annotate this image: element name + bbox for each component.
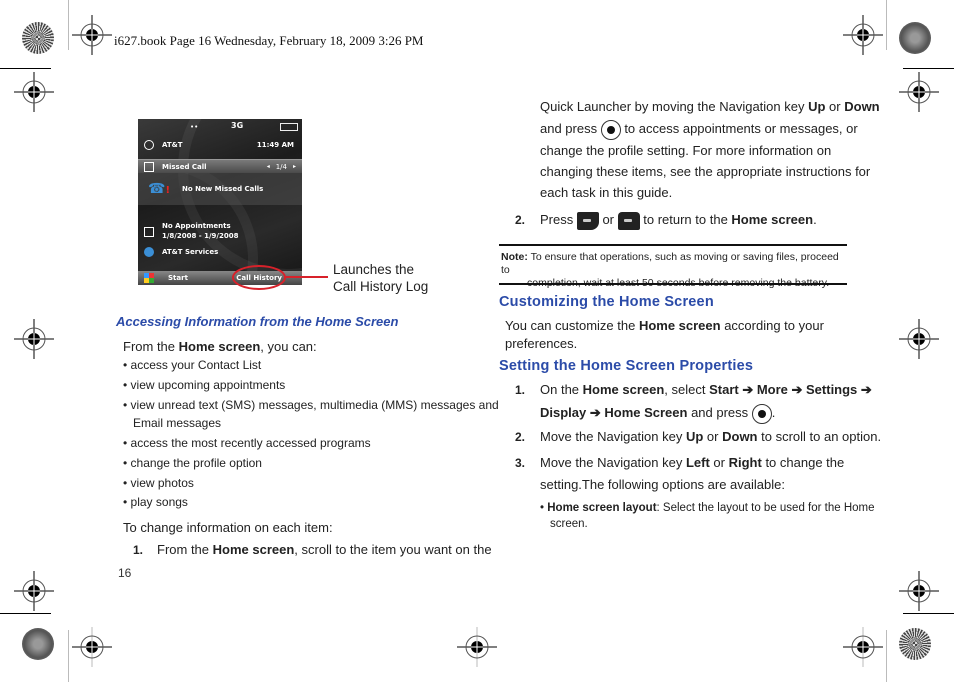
setting-step-2: 2. Move the Navigation key Up or Down to … <box>515 426 881 448</box>
network-indicator: 3G <box>231 121 244 130</box>
start-softkey[interactable]: Start <box>168 274 188 282</box>
section-title-accessing: Accessing Information from the Home Scre… <box>116 314 399 329</box>
crop-mark <box>903 613 954 614</box>
list-item: • view unread text (SMS) messages, multi… <box>123 398 499 412</box>
color-rosette-icon <box>899 22 931 54</box>
callout-leader-line <box>286 276 328 278</box>
registration-mark-icon <box>14 319 54 359</box>
intro-text-end: , you can: <box>260 339 317 354</box>
color-rosette-icon <box>22 628 54 660</box>
registration-mark-icon <box>72 15 112 55</box>
intro-text: From the <box>123 339 179 354</box>
note-label: Note: <box>501 251 528 263</box>
list-item: • access your Contact List <box>123 358 262 372</box>
color-rosette-icon <box>899 628 931 660</box>
registration-mark-icon <box>457 627 497 667</box>
step-number: 2. <box>515 430 526 444</box>
step-number: 1. <box>133 543 144 557</box>
print-header: i627.book Page 16 Wednesday, February 18… <box>114 33 424 48</box>
step-number: 1. <box>515 383 526 397</box>
registration-mark-icon <box>14 571 54 611</box>
list-item: • view photos <box>123 476 194 490</box>
missed-call-pager: 1/4 <box>275 162 287 171</box>
send-key-icon <box>576 211 599 230</box>
registration-mark-icon <box>899 72 939 112</box>
end-key-icon <box>617 211 640 230</box>
pager-prev-icon[interactable]: ◂ <box>267 163 270 170</box>
clock-icon <box>144 140 154 150</box>
missed-call-text: No New Missed Calls <box>182 185 264 193</box>
page-number: 16 <box>118 566 132 580</box>
battery-signal-icon <box>280 123 298 131</box>
clock-time: 11:49 AM <box>256 141 294 149</box>
intro-paragraph: From the Home screen, you can: <box>123 336 317 357</box>
crop-mark <box>0 613 51 614</box>
appointments-row[interactable]: No Appointments 1/8/2008 - 1/9/2008 <box>138 221 302 245</box>
missed-call-panel[interactable]: ☎! No New Missed Calls <box>138 173 302 205</box>
crop-guide <box>886 0 887 50</box>
att-services-label: AT&T Services <box>162 248 219 256</box>
intro-bold: Home screen <box>178 339 261 354</box>
appointments-dates: 1/8/2008 - 1/9/2008 <box>162 232 239 240</box>
section-title-setting: Setting the Home Screen Properties <box>499 358 754 374</box>
crop-mark <box>903 68 954 69</box>
continued-paragraph: Quick Launcher by moving the Navigation … <box>540 99 880 200</box>
note-top-rule <box>499 244 847 246</box>
color-rosette-icon <box>22 22 54 54</box>
att-services-row[interactable]: AT&T Services <box>138 246 302 258</box>
step-2-return-home: 2. Press or to return to the Home screen. <box>515 209 817 231</box>
voicemail-icon: •• <box>190 123 199 131</box>
crop-guide <box>68 630 69 682</box>
step-number: 3. <box>515 456 526 470</box>
step-number: 2. <box>515 213 526 227</box>
setting-step-3: 3. Move the Navigation key Left or Right … <box>515 455 845 492</box>
navigation-key-icon <box>751 403 772 424</box>
list-item: • play songs <box>123 495 188 509</box>
setting-step-1: 1. On the Home screen, select Start ➔ Mor… <box>515 379 872 424</box>
list-item: • view upcoming appointments <box>123 378 286 392</box>
pager-next-icon[interactable]: ▸ <box>293 163 296 170</box>
phone-home-screen: •• 3G AT&T 11:49 AM Missed Call ◂ 1/4 ▸ … <box>138 119 302 285</box>
change-info-text: To change information on each item: <box>123 520 333 535</box>
note-bottom-rule <box>499 283 847 285</box>
list-item: Email messages <box>133 416 222 430</box>
crop-guide <box>886 630 887 682</box>
callout-line-2: Call History Log <box>333 279 429 294</box>
registration-mark-icon <box>899 571 939 611</box>
missed-call-label: Missed Call <box>162 162 207 171</box>
phone-alert-icon: ☎! <box>148 181 171 197</box>
carrier-name: AT&T <box>162 141 183 149</box>
list-item: • change the profile option <box>123 456 262 470</box>
status-bar: •• 3G <box>138 121 302 133</box>
registration-mark-icon <box>843 627 883 667</box>
option-home-screen-layout: • Home screen layout: Select the layout … <box>540 502 875 530</box>
registration-mark-icon <box>843 15 883 55</box>
windows-flag-icon <box>144 273 154 283</box>
registration-mark-icon <box>72 627 112 667</box>
appointments-title: No Appointments <box>162 222 231 230</box>
step-1: 1. From the Home screen, scroll to the it… <box>133 539 492 561</box>
crop-guide <box>68 0 69 50</box>
list-item: • access the most recently accessed prog… <box>123 436 371 450</box>
section-title-customizing: Customizing the Home Screen <box>499 294 714 310</box>
missed-call-icon <box>144 161 154 172</box>
registration-mark-icon <box>14 72 54 112</box>
missed-call-bar[interactable]: Missed Call ◂ 1/4 ▸ <box>138 159 302 173</box>
att-globe-icon <box>144 247 154 257</box>
callout-line-1: Launches the <box>333 262 415 277</box>
crop-mark <box>0 68 51 69</box>
customizing-paragraph: You can customize the Home screen accord… <box>505 318 824 351</box>
registration-mark-icon <box>899 319 939 359</box>
calendar-icon <box>144 227 154 237</box>
navigation-key-icon <box>600 119 621 140</box>
note-text: To ensure that operations, such as movin… <box>501 251 839 276</box>
callout-label: Launches the Call History Log <box>333 261 428 295</box>
callout-highlight <box>232 265 286 290</box>
carrier-row: AT&T 11:49 AM <box>138 137 302 153</box>
